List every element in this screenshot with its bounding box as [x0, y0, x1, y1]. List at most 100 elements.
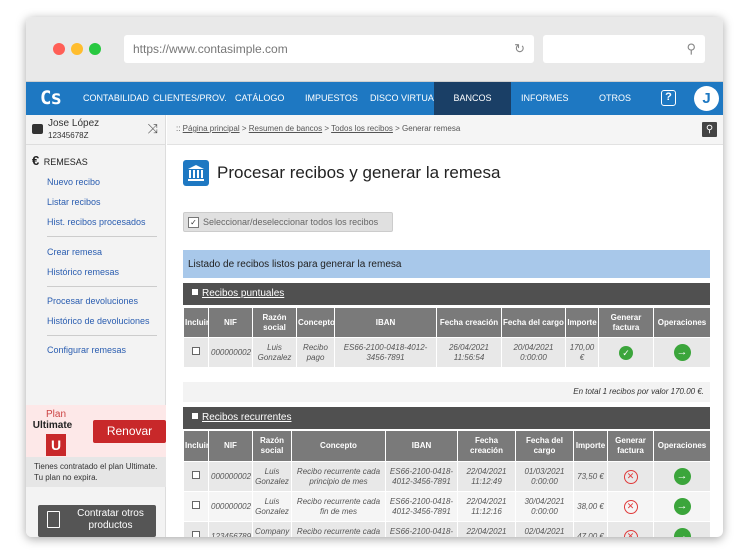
col-fecha-creacion: Fecha creación [436, 307, 502, 338]
cell-iban: ES66-2100-0418-4012-3456-7891 [385, 521, 458, 537]
table-row: 000000002 Luis Gonzalez Recibo recurrent… [183, 491, 711, 522]
user-avatar[interactable]: J [694, 86, 719, 111]
col-fecha-cargo: Fecha del cargo [515, 430, 574, 462]
sidebar-link-configurar-remesas[interactable]: Configurar remesas [47, 345, 126, 355]
invoice-no-icon[interactable]: ✕ [623, 499, 638, 514]
cell-razon: Luis Gonzalez [252, 461, 292, 492]
contasimple-logo[interactable]: Cs [40, 87, 62, 109]
invoice-yes-icon[interactable]: ✓ [619, 345, 633, 360]
table-row: 000000002 Luis Gonzalez Recibo recurrent… [183, 461, 711, 492]
select-all-toggle[interactable]: ✓ Seleccionar/deseleccionar todos los re… [183, 212, 393, 232]
contract-products-button[interactable]: Contratar otros productos [38, 505, 156, 537]
browser-chrome: https://www.contasimple.com ↻ ⚲ [26, 17, 723, 82]
col-iban: IBAN [334, 307, 437, 338]
main-nav: Cs CONTABILIDAD CLIENTES/PROV. CATÁLOGO … [26, 82, 723, 115]
include-checkbox[interactable] [192, 501, 200, 509]
breadcrumb-current: Generar remesa [402, 124, 461, 133]
col-concepto: Concepto [296, 307, 335, 338]
page-title: Procesar recibos y generar la remesa [217, 163, 501, 182]
bank-icon [183, 160, 209, 186]
table-row: 123456789 Company S.L Recibo recurrente … [183, 521, 711, 537]
nav-catalogo[interactable]: CATÁLOGO [235, 82, 284, 115]
shopping-bag-icon [47, 511, 60, 528]
user-card: Jose López 12345678Z ⤨ [26, 115, 166, 145]
group-title-puntuales[interactable]: Recibos puntuales [202, 288, 284, 299]
sidebar-link-hist-recibos[interactable]: Hist. recibos procesados [47, 217, 146, 227]
group-title-recurrentes[interactable]: Recibos recurrentes [202, 412, 291, 423]
select-all-label: Seleccionar/deseleccionar todos los reci… [203, 217, 379, 227]
square-icon [192, 289, 198, 295]
minimize-window-dot[interactable] [71, 43, 83, 55]
browser-search-field[interactable]: ⚲ [543, 35, 705, 63]
breadcrumb-link-inicio[interactable]: Página principal [183, 124, 240, 133]
user-card-icon [32, 124, 43, 134]
arrow-right-icon[interactable]: → [673, 468, 691, 485]
help-icon[interactable]: ? [661, 90, 676, 106]
puntuales-total: En total 1 recibos por valor 170.00 €. [183, 382, 710, 402]
nav-clientes-prov[interactable]: CLIENTES/PROV. [153, 82, 227, 115]
arrow-right-icon[interactable]: → [673, 498, 691, 515]
nav-bancos[interactable]: BANCOS [434, 82, 511, 115]
table-row: 000000002 Luis Gonzalez Recibo pago ES66… [183, 337, 711, 368]
plan-badge: U [46, 434, 66, 456]
puntuales-table: Incluir NIF Razón social Concepto IBAN F… [183, 307, 711, 368]
maximize-window-dot[interactable] [89, 43, 101, 55]
col-fecha-creacion: Fecha creación [457, 430, 516, 462]
sidebar-link-historico-devoluciones[interactable]: Histórico de devoluciones [47, 316, 150, 326]
nav-impuestos[interactable]: IMPUESTOS [305, 82, 358, 115]
nav-contabilidad[interactable]: CONTABILIDAD [83, 82, 149, 115]
sidebar-divider [47, 335, 157, 336]
sidebar-link-crear-remesa[interactable]: Crear remesa [47, 247, 102, 257]
sidebar-link-listar-recibos[interactable]: Listar recibos [47, 197, 101, 207]
breadcrumb-link-recibos[interactable]: Todos los recibos [331, 124, 393, 133]
col-razon-social: Razón social [252, 307, 297, 338]
sidebar-link-nuevo-recibo[interactable]: Nuevo recibo [47, 177, 100, 187]
cell-importe: 47,00 € [573, 521, 608, 537]
col-generar-factura: Generar factura [598, 307, 654, 338]
nav-otros[interactable]: OTROS [599, 82, 631, 115]
col-nif: NIF [208, 307, 253, 338]
cell-creacion: 22/04/2021 11:12:49 [457, 461, 516, 492]
square-icon [192, 413, 198, 419]
sidebar-link-historico-remesas[interactable]: Histórico remesas [47, 267, 119, 277]
arrow-right-icon[interactable]: → [673, 528, 691, 537]
cell-concepto: Recibo pago [296, 337, 335, 368]
switch-company-icon[interactable]: ⤨ [148, 121, 158, 137]
close-window-dot[interactable] [53, 43, 65, 55]
group-recibos-recurrentes: Recibos recurrentes [183, 407, 710, 429]
arrow-right-icon[interactable]: → [673, 344, 691, 361]
cell-importe: 73,50 € [573, 461, 608, 492]
sidebar-link-procesar-devoluciones[interactable]: Procesar devoluciones [47, 296, 138, 306]
nav-informes[interactable]: INFORMES [521, 82, 569, 115]
col-razon-social: Razón social [252, 430, 292, 462]
cell-importe: 170,00 € [565, 337, 599, 368]
checkmark-icon: ✓ [188, 217, 199, 228]
col-generar-factura: Generar factura [607, 430, 654, 462]
include-checkbox[interactable] [192, 531, 200, 537]
search-icon: ⚲ [686, 41, 696, 56]
reload-icon[interactable]: ↻ [514, 41, 525, 57]
plan-box: Plan Ultimate U Renovar [26, 405, 166, 457]
breadcrumb-prefix: :: [176, 124, 183, 133]
invoice-no-icon[interactable]: ✕ [623, 529, 638, 537]
address-bar[interactable]: https://www.contasimple.com ↻ [124, 35, 534, 63]
cell-cargo: 01/03/2021 0:00:00 [515, 461, 574, 492]
col-fecha-cargo: Fecha del cargo [501, 307, 566, 338]
plan-name: Ultimate [32, 420, 73, 431]
cell-razon: Luis Gonzalez [252, 491, 292, 522]
recurrentes-table: Incluir NIF Razón social Concepto IBAN F… [183, 430, 711, 537]
cell-creacion: 22/04/2021 11:12:16 [457, 491, 516, 522]
include-checkbox[interactable] [192, 471, 200, 479]
nav-disco-virtual[interactable]: DISCO VIRTUAL [370, 82, 439, 115]
renew-button[interactable]: Renovar [93, 420, 166, 443]
invoice-no-icon[interactable]: ✕ [623, 469, 638, 484]
col-importe: Importe [565, 307, 599, 338]
user-nif: 12345678Z [48, 131, 89, 140]
cell-nif: 000000002 [208, 491, 253, 522]
cell-creacion: 22/04/2021 11:11:20 [457, 521, 516, 537]
include-checkbox[interactable] [192, 347, 200, 355]
page-search-icon[interactable]: ⚲ [702, 122, 717, 137]
sidebar: Jose López 12345678Z ⤨ € REMESAS Nuevo r… [26, 115, 166, 537]
col-importe: Importe [573, 430, 608, 462]
breadcrumb-link-bancos[interactable]: Resumen de bancos [249, 124, 322, 133]
